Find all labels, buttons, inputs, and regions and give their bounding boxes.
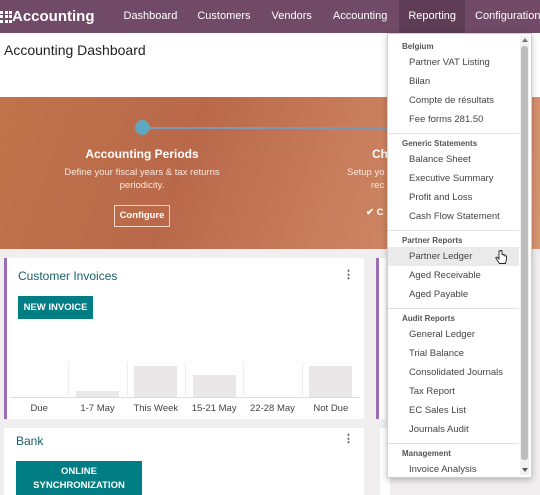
chart-gridline bbox=[301, 362, 303, 398]
scroll-down-arrow-icon[interactable] bbox=[522, 468, 528, 472]
scrollbar-thumb[interactable] bbox=[521, 46, 528, 460]
dropdown-divider bbox=[388, 443, 519, 444]
dropdown-section-header: Belgium bbox=[402, 42, 434, 51]
dropdown-item-general-ledger[interactable]: General Ledger bbox=[388, 325, 519, 344]
chart-x-label: 1-7 May bbox=[80, 403, 115, 414]
chart-bar[interactable] bbox=[192, 375, 236, 397]
top-navbar: Accounting Dashboard Customers Vendors A… bbox=[0, 0, 540, 33]
dropdown-divider bbox=[388, 230, 519, 231]
onboarding-timeline bbox=[142, 127, 392, 129]
dropdown-section-header: Audit Reports bbox=[402, 314, 455, 323]
dropdown-item-aged-receivable[interactable]: Aged Receivable bbox=[388, 266, 519, 285]
step-2-description: Setup yo rec bbox=[347, 167, 385, 191]
dropdown-item-profit-and-loss[interactable]: Profit and Loss bbox=[388, 188, 519, 207]
chart-x-label: Not Due bbox=[313, 403, 349, 414]
dropdown-item-bilan[interactable]: Bilan bbox=[388, 72, 519, 91]
step-accounting-periods-title: Accounting Periods bbox=[85, 147, 199, 161]
nav-customers[interactable]: Customers bbox=[188, 0, 259, 33]
dropdown-section-header: Generic Statements bbox=[402, 139, 478, 148]
bank-journal-card: Bank ⋮ ONLINE SYNCHRONIZATION bbox=[4, 428, 364, 495]
new-invoice-button[interactable]: NEW INVOICE bbox=[18, 296, 93, 319]
chart-bar[interactable] bbox=[309, 366, 353, 397]
configure-button[interactable]: Configure bbox=[114, 205, 170, 227]
app-brand[interactable]: Accounting bbox=[12, 8, 95, 25]
hand-cursor-icon bbox=[495, 250, 507, 264]
chart-gridline bbox=[126, 362, 128, 398]
dropdown-item-cash-flow-statement[interactable]: Cash Flow Statement bbox=[388, 207, 519, 226]
step-accounting-periods-description: Define your fiscal years & tax returns p… bbox=[64, 167, 220, 191]
nav-dashboard[interactable]: Dashboard bbox=[115, 0, 187, 33]
online-synchronization-button[interactable]: ONLINE SYNCHRONIZATION bbox=[16, 461, 142, 495]
card-title[interactable]: Bank bbox=[16, 434, 43, 448]
nav-accounting[interactable]: Accounting bbox=[324, 0, 396, 33]
dropdown-item-journals-audit[interactable]: Journals Audit bbox=[388, 420, 519, 439]
nav-reporting[interactable]: Reporting bbox=[399, 0, 466, 33]
chart-gridline bbox=[185, 362, 186, 398]
dropdown-item-consolidated-journals[interactable]: Consolidated Journals bbox=[388, 363, 519, 382]
customer-invoices-card: Customer Invoices ⋮ NEW INVOICE Due 1-7 M… bbox=[4, 258, 364, 419]
dropdown-item-compte-de-r-sultats[interactable]: Compte de résultats bbox=[388, 91, 519, 110]
chart-bar[interactable] bbox=[76, 390, 119, 397]
chart-x-label: 15-21 May bbox=[191, 403, 237, 414]
chart-bar[interactable] bbox=[134, 366, 178, 397]
reporting-dropdown-menu: Belgium Partner VAT Listing Bilan Compte de… bbox=[387, 33, 532, 478]
kebab-menu-icon[interactable]: ⋮ bbox=[343, 268, 354, 281]
dropdown-item-executive-summary[interactable]: Executive Summary bbox=[388, 169, 519, 188]
dropdown-item-aged-payable[interactable]: Aged Payable bbox=[388, 285, 519, 304]
dropdown-item-ec-sales-list[interactable]: EC Sales List bbox=[388, 401, 519, 420]
chart-x-label: 22-28 May bbox=[250, 403, 295, 414]
page-title: Accounting Dashboard bbox=[4, 42, 146, 58]
dropdown-item-balance-sheet[interactable]: Balance Sheet bbox=[388, 150, 519, 169]
nav-configuration[interactable]: Configuration bbox=[466, 0, 540, 33]
dropdown-scrollbar[interactable] bbox=[520, 36, 529, 475]
scroll-up-arrow-icon[interactable] bbox=[522, 38, 528, 42]
second-card-edge bbox=[376, 258, 386, 419]
step-2-title: Ch bbox=[372, 147, 388, 161]
dropdown-section-header: Management bbox=[402, 449, 451, 458]
dropdown-item-invoice-analysis[interactable]: Invoice Analysis bbox=[388, 460, 519, 477]
dropdown-divider bbox=[388, 308, 519, 309]
dropdown-item-fee-forms-281-50[interactable]: Fee forms 281.50 bbox=[388, 110, 519, 129]
chart-x-label: Due bbox=[30, 403, 48, 414]
dropdown-item-trial-balance[interactable]: Trial Balance bbox=[388, 344, 519, 363]
apps-grid-icon[interactable] bbox=[0, 0, 12, 33]
chart-gridline bbox=[243, 362, 245, 398]
dropdown-item-tax-report[interactable]: Tax Report bbox=[388, 382, 519, 401]
card-title[interactable]: Customer Invoices bbox=[18, 269, 117, 283]
step-2-done-label: ✔ C bbox=[366, 207, 384, 218]
chart-x-label: This Week bbox=[133, 403, 179, 414]
dropdown-divider bbox=[388, 133, 519, 134]
dropdown-section-header: Partner Reports bbox=[402, 236, 463, 245]
dropdown-item-partner-vat-listing[interactable]: Partner VAT Listing bbox=[388, 53, 519, 72]
kebab-menu-icon[interactable]: ⋮ bbox=[343, 432, 354, 445]
onboarding-step-dot bbox=[135, 120, 150, 135]
chart-gridline bbox=[68, 362, 70, 398]
nav-vendors[interactable]: Vendors bbox=[263, 0, 321, 33]
